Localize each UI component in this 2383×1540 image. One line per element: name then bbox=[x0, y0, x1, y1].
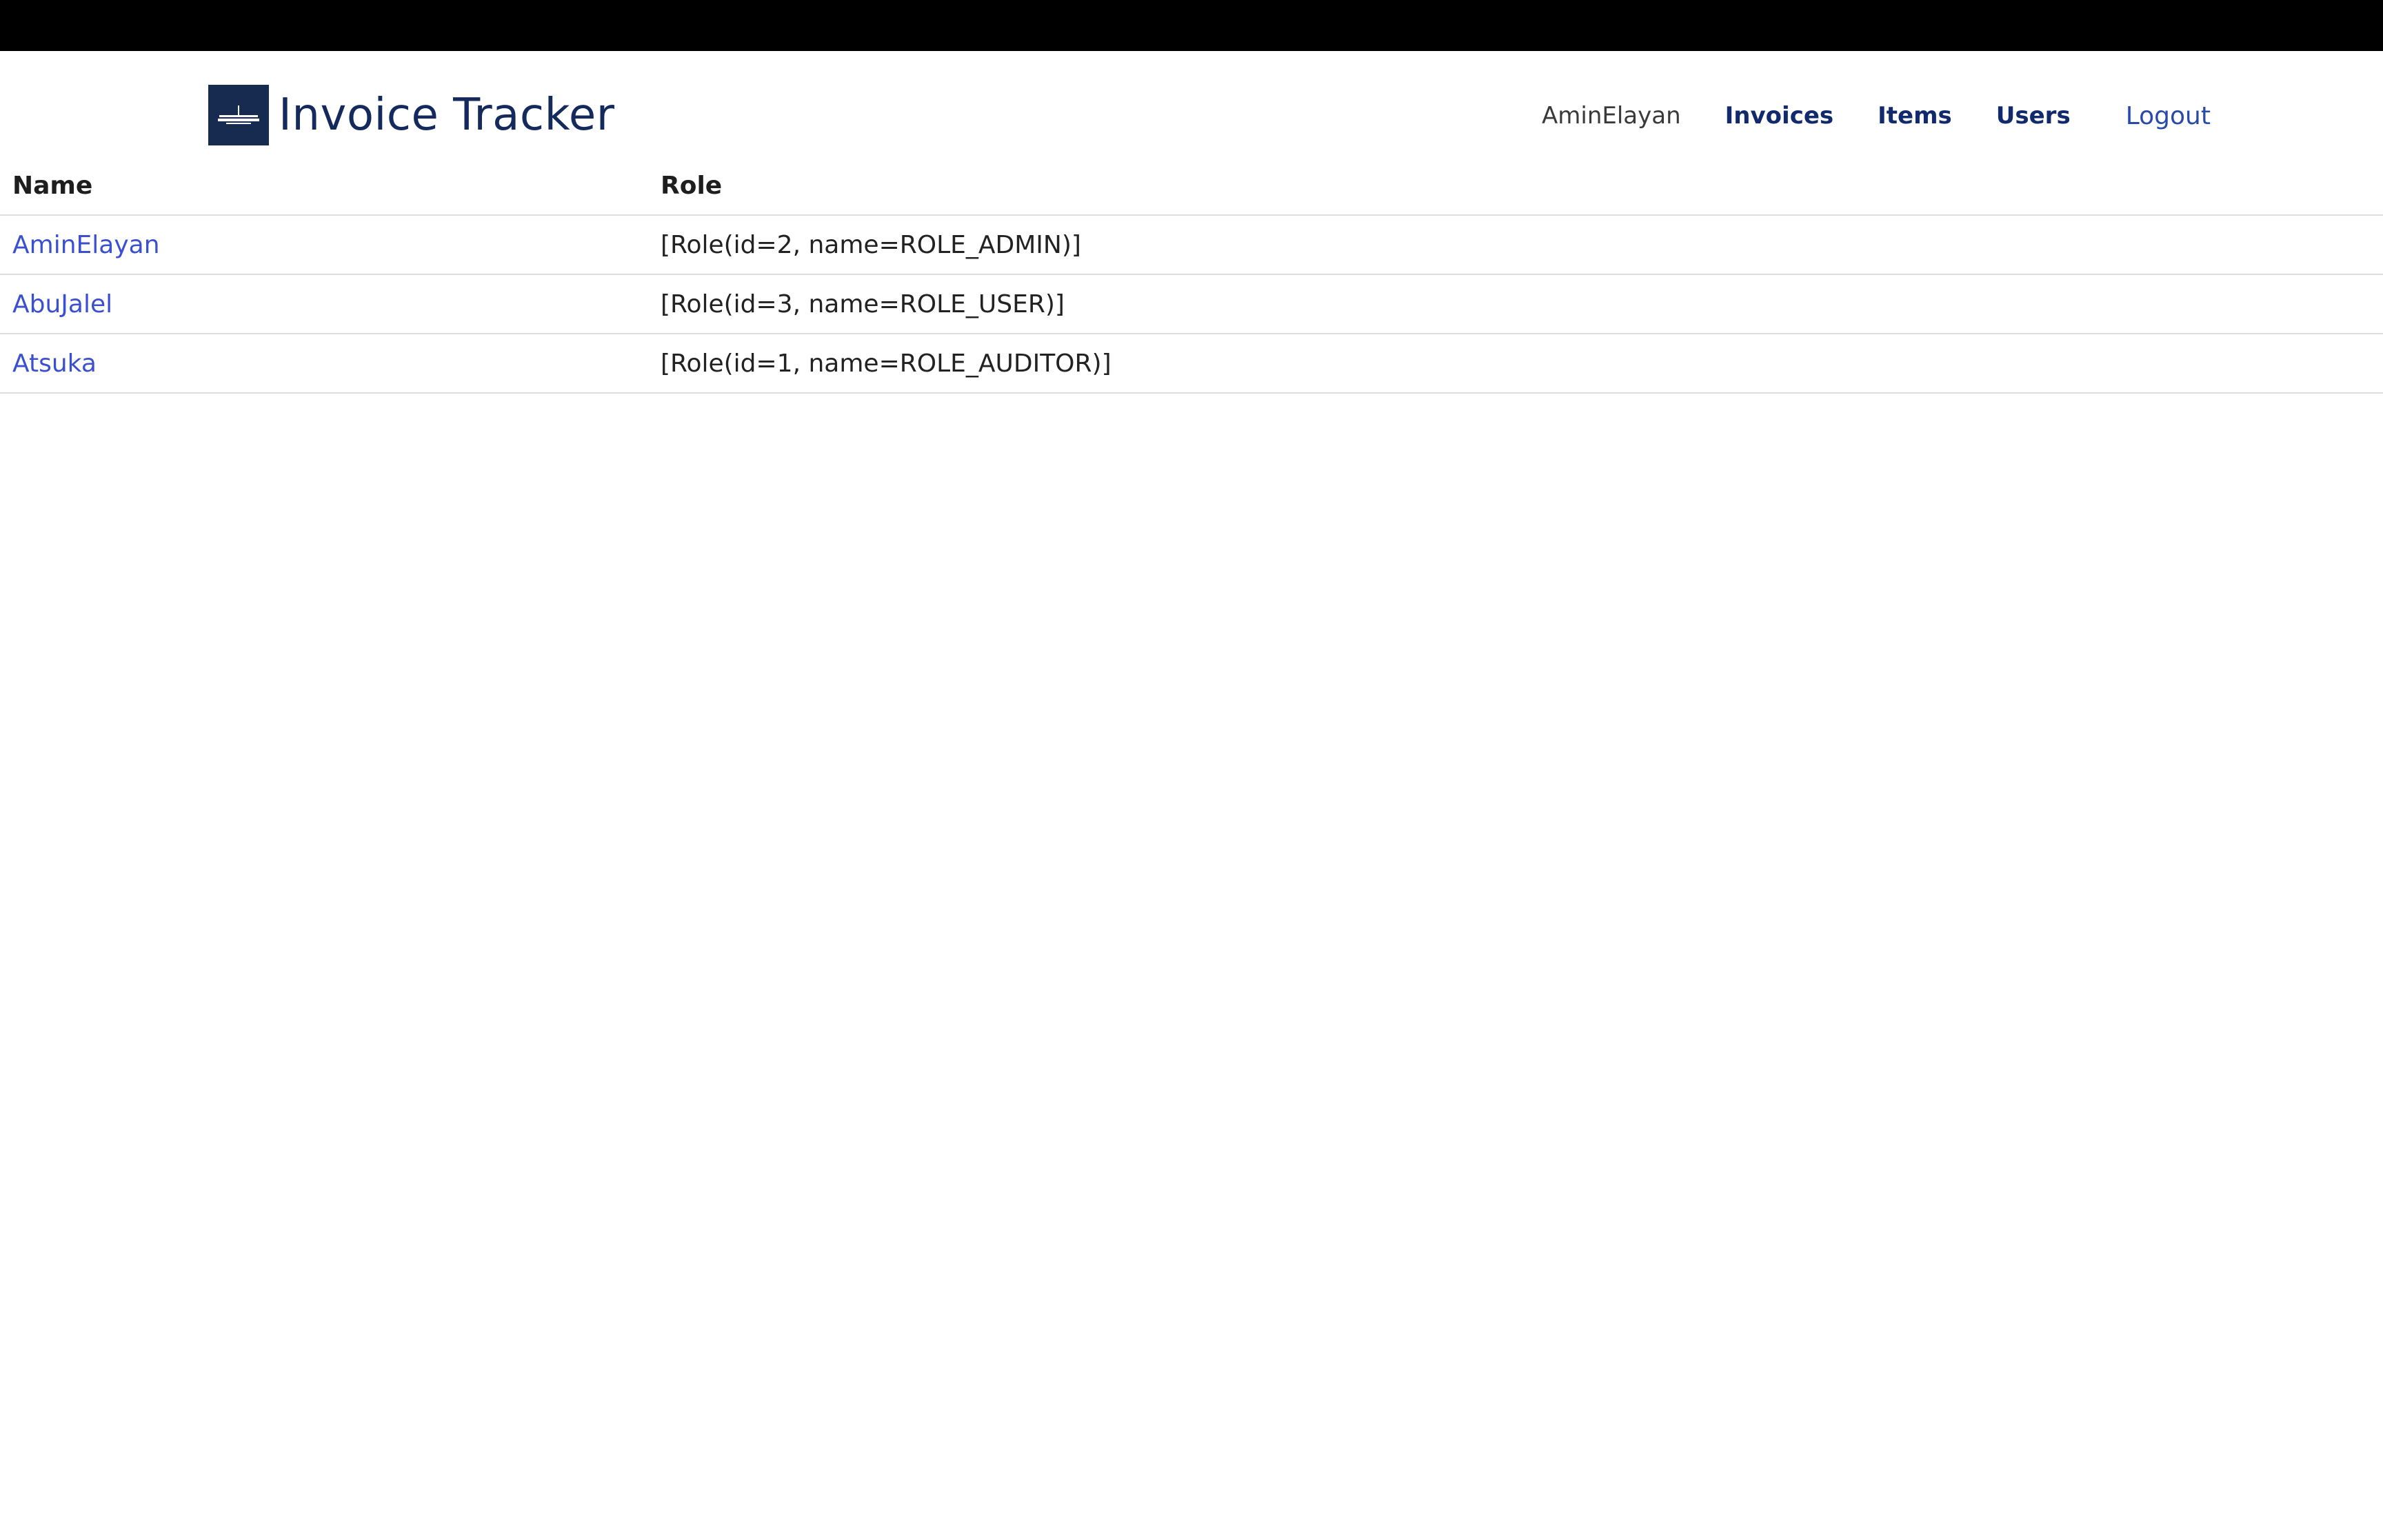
table-row: AminElayan [Role(id=2, name=ROLE_ADMIN)] bbox=[0, 215, 2383, 275]
column-header-name: Name bbox=[0, 156, 648, 216]
users-table: Name Role AminElayan [Role(id=2, name=RO… bbox=[0, 156, 2383, 394]
table-row: Atsuka [Role(id=1, name=ROLE_AUDITOR)] bbox=[0, 334, 2383, 394]
user-role-cell: [Role(id=2, name=ROLE_ADMIN)] bbox=[648, 215, 2383, 275]
main-nav: AminElayan Invoices Items Users Logout bbox=[1542, 95, 2211, 136]
user-role-cell: [Role(id=1, name=ROLE_AUDITOR)] bbox=[648, 334, 2383, 394]
app-title: Invoice Tracker bbox=[279, 90, 615, 141]
user-name-cell: AbuJalel bbox=[0, 274, 648, 334]
invoice-tracker-logo-icon bbox=[208, 85, 269, 145]
browser-top-bar bbox=[0, 0, 2383, 51]
table-header-row: Name Role bbox=[0, 156, 2383, 216]
user-role-text: [Role(id=1, name=ROLE_AUDITOR)] bbox=[661, 349, 1112, 378]
user-name-cell: AminElayan bbox=[0, 215, 648, 275]
table-row: AbuJalel [Role(id=3, name=ROLE_USER)] bbox=[0, 274, 2383, 334]
user-role-text: [Role(id=3, name=ROLE_USER)] bbox=[661, 290, 1065, 318]
brand[interactable]: Invoice Tracker bbox=[208, 84, 615, 146]
user-link[interactable]: Atsuka bbox=[12, 349, 97, 378]
current-user-label: AminElayan bbox=[1542, 102, 1681, 130]
logout-link[interactable]: Logout bbox=[2126, 102, 2211, 130]
user-link[interactable]: AminElayan bbox=[12, 231, 160, 259]
table-header: Name Role bbox=[0, 156, 2383, 216]
nav-link-users[interactable]: Users bbox=[1996, 102, 2071, 130]
user-role-cell: [Role(id=3, name=ROLE_USER)] bbox=[648, 274, 2383, 334]
user-link[interactable]: AbuJalel bbox=[12, 290, 112, 318]
column-header-role: Role bbox=[648, 156, 2383, 216]
nav-link-invoices[interactable]: Invoices bbox=[1725, 102, 1833, 130]
site-header: Invoice Tracker AminElayan Invoices Item… bbox=[0, 51, 2383, 167]
nav-link-items[interactable]: Items bbox=[1878, 102, 1952, 130]
user-role-text: [Role(id=2, name=ROLE_ADMIN)] bbox=[661, 230, 1081, 259]
user-name-cell: Atsuka bbox=[0, 334, 648, 394]
table-body: AminElayan [Role(id=2, name=ROLE_ADMIN)]… bbox=[0, 215, 2383, 394]
